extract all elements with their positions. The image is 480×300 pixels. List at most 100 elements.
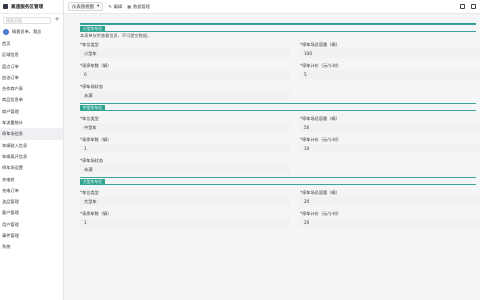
app-title: 高速服务区管理 [11,4,44,10]
sidebar-item[interactable]: 系统 [0,241,63,252]
field-value[interactable]: 大型车 [80,197,290,206]
edit-icon: ✎ [108,4,112,9]
sidebar-item[interactable]: 合作商户表 [0,83,63,94]
form-field: *现停车数（辆） 0 [80,61,290,82]
sidebar: 高速服务区管理 搜索页面 + 情客员单，我总 首页 区域信息 盘点订单 加油订单 合作商… [0,0,64,300]
field-grid: *车位类型中型车 *停车场总容量（辆） 50 *现停车数（辆） 1 *停车计价（元/小时）… [80,114,480,177]
sidebar-item[interactable]: 油品管理 [0,196,63,207]
section-badge: 中型车车位 [80,104,105,111]
field-label: *现停车数（辆） [80,137,112,142]
search-input[interactable]: 搜索页面 [3,16,51,24]
user-name: 情客员单，我总 [12,29,42,34]
form-section: 小型车车位 本表单仅供查看信息，不可提交数据。 *车位类型小型车 *停车场总容量（辆）… [80,24,480,103]
form-sections: 小型车车位 本表单仅供查看信息，不可提交数据。 *车位类型 小型车 *停车场总容量（辆）… [80,24,480,230]
save-icon[interactable] [460,4,465,9]
chevron-down-icon: ▾ [96,4,100,9]
sidebar-item[interactable]: 停车场信息 [0,128,63,140]
field-label: *停车场状态 [80,84,104,89]
sidebar-item[interactable]: 车辆驶入信息 [0,140,63,151]
form-field: *停车场状态未满 [80,156,290,177]
view-select-label: 仪表盘视图 [72,4,94,10]
form-section: 大型车车位 *车位类型大型车 *停车场总容量（辆） 20 *现停车数（辆） 1 *停车计价（… [80,177,480,230]
edit-button[interactable]: ✎ 编辑 [108,4,122,10]
top-divider [80,14,476,24]
form-field: *车位类型大型车 [80,188,290,209]
field-grid: *车位类型大型车 *停车场总容量（辆） 20 *现停车数（辆） 1 *停车计价（元/小时）… [80,188,480,230]
section-badge: 小型车车位 [80,25,105,32]
app-logo-icon [3,4,8,9]
field-value[interactable]: 小型车 [80,49,290,58]
field-label: *现停车数（辆） [80,211,112,216]
field-label: *车位类型 [80,190,99,195]
field-value[interactable]: 100 [300,49,480,58]
form-field: *车位类型小型车 [80,40,290,61]
section-note: 本表单仅供查看信息，不可提交数据。 [80,33,152,38]
sidebar-header: 高速服务区管理 [0,0,63,14]
field-value[interactable]: 10 [300,144,480,153]
view-select[interactable]: 仪表盘视图 ▾ [68,2,104,11]
field-value[interactable]: 0 [80,70,290,79]
data-manage-label: 数据管理 [133,3,150,9]
sidebar-item[interactable]: 商户管理 [0,106,63,117]
field-value[interactable]: 20 [300,197,480,206]
sidebar-item[interactable]: 用户管理 [0,219,63,230]
sidebar-item[interactable]: 充电订单 [0,185,63,196]
field-label: *停车场总容量（辆） [300,116,340,121]
field-value[interactable]: 1 [80,218,290,227]
form-field: *车位类型中型车 [80,114,290,135]
avatar [3,29,9,35]
sidebar-item[interactable]: 事件管理 [0,230,63,241]
field-label: *停车场状态 [80,158,104,163]
data-icon: ▦ [127,4,132,9]
toolbar: 仪表盘视图 ▾ ✎ 编辑 ▦ 数据管理 [64,0,480,14]
form-section: 中型车车位 *车位类型中型车 *停车场总容量（辆） 50 *现停车数（辆） 1 *停车计价（… [80,103,480,177]
form-field: *现停车数（辆） 1 [80,135,290,156]
field-value[interactable]: 5 [300,70,480,79]
sidebar-item[interactable]: 停车场设置 [0,162,63,173]
field-label: *停车计价（元/小时） [300,211,342,216]
sidebar-item[interactable]: 盘点订单 [0,61,63,72]
fullscreen-icon[interactable] [471,4,476,9]
form-field: *现停车数（辆） 1 [80,209,290,230]
form-field: *停车场总容量（辆） 20 [300,188,480,209]
sidebar-item[interactable]: 充电桩 [0,174,63,185]
form-field: *停车计价（元/小时） 20 [300,209,480,230]
field-label: *停车场总容量（辆） [300,190,340,195]
field-value[interactable]: 20 [300,218,480,227]
field-label: *停车计价（元/小时） [300,137,342,142]
form-field: *停车计价（元/小时） 10 [300,135,480,156]
sidebar-menu: 首页 区域信息 盘点订单 加油订单 合作商户表 商品信息单 商户管理 车流量统计 停车场信息 车辆… [0,38,63,253]
data-manage-button[interactable]: ▦ 数据管理 [127,4,150,10]
sidebar-item[interactable]: 客户管理 [0,207,63,218]
main-content: 小型车车位 本表单仅供查看信息，不可提交数据。 *车位类型 小型车 *停车场总容量（辆）… [64,14,480,300]
add-icon[interactable]: + [54,17,60,23]
field-label: *停车计价（元/小时） [300,63,342,68]
field-value[interactable]: 中型车 [80,123,290,132]
sidebar-item[interactable]: 车流量统计 [0,117,63,128]
section-header: 中型车车位 [80,103,476,111]
field-grid: *车位类型小型车 *停车场总容量（辆） 100 *现停车数（辆） 0 *停车计价（元/小时… [80,40,480,103]
sidebar-item[interactable]: 车辆离开信息 [0,151,63,162]
form-field: *停车计价（元/小时） 5 [300,61,480,82]
sidebar-item[interactable]: 加油订单 [0,72,63,83]
sidebar-search: 搜索页面 + [0,14,63,26]
sidebar-item[interactable]: 首页 [0,38,63,49]
field-value[interactable]: 未满 [80,91,290,100]
form-field: *停车场总容量（辆） 50 [300,114,480,135]
edit-label: 编辑 [113,3,123,9]
field-value[interactable]: 1 [80,144,290,153]
sidebar-item[interactable]: 区域信息 [0,49,63,60]
field-label: *现停车数（辆） [80,63,112,68]
form-field: *停车场状态未满 [80,82,290,103]
field-label: *车位类型 [80,42,99,47]
sidebar-item[interactable]: 商品信息单 [0,94,63,105]
user-profile[interactable]: 情客员单，我总 [0,26,63,38]
field-value[interactable]: 未满 [80,165,290,174]
field-label: *车位类型 [80,116,99,121]
form-field: *停车场总容量（辆） 100 [300,40,480,61]
section-header: 小型车车位 [80,24,476,32]
field-label: *停车场总容量（辆） [300,42,340,47]
section-badge: 大型车车位 [80,178,105,185]
field-value[interactable]: 50 [300,123,480,132]
section-header: 大型车车位 [80,177,476,185]
